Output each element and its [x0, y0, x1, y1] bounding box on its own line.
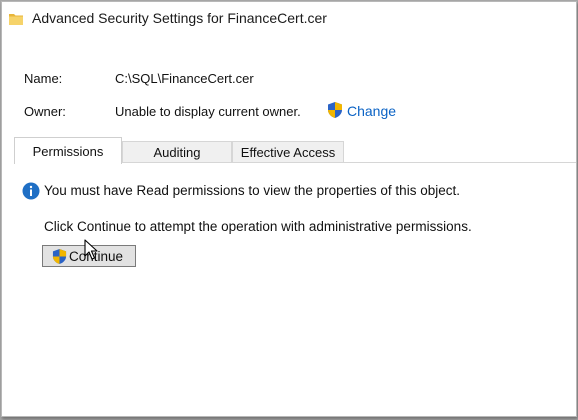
uac-shield-icon: [328, 102, 342, 118]
info-message: You must have Read permissions to view t…: [44, 183, 460, 198]
change-owner-link[interactable]: Change: [347, 103, 396, 119]
advanced-security-dialog: Advanced Security Settings for FinanceCe…: [1, 1, 577, 417]
info-icon: [22, 182, 40, 200]
folder-icon: [9, 14, 23, 25]
mouse-cursor-icon: [84, 239, 98, 260]
uac-shield-icon: [52, 249, 67, 264]
name-value: C:\SQL\FinanceCert.cer: [115, 71, 254, 86]
title-bar[interactable]: Advanced Security Settings for FinanceCe…: [2, 2, 576, 36]
tab-effective-access[interactable]: Effective Access: [232, 141, 344, 163]
owner-label: Owner:: [24, 104, 66, 119]
tab-permissions[interactable]: Permissions: [14, 137, 122, 164]
window-title: Advanced Security Settings for FinanceCe…: [32, 10, 327, 26]
tab-auditing[interactable]: Auditing: [122, 141, 232, 163]
owner-value: Unable to display current owner.: [115, 104, 301, 119]
dialog-body: Name: C:\SQL\FinanceCert.cer Owner: Unab…: [2, 36, 576, 416]
name-label: Name:: [24, 71, 63, 86]
instruction-text: Click Continue to attempt the operation …: [44, 219, 472, 234]
